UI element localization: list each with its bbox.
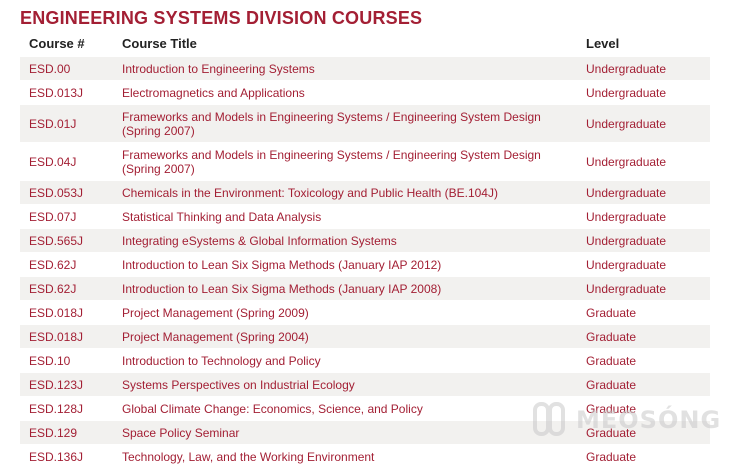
course-title-link[interactable]: Introduction to Lean Six Sigma Methods (… <box>122 277 572 300</box>
table-row: ESD.053J Chemicals in the Environment: To… <box>20 181 710 205</box>
course-level-link[interactable]: Undergraduate <box>586 277 706 300</box>
course-number-link[interactable]: ESD.62J <box>29 277 119 300</box>
course-level-link[interactable]: Undergraduate <box>586 81 706 104</box>
course-number-link[interactable]: ESD.053J <box>29 181 119 204</box>
table-row: ESD.136J Technology, Law, and the Working… <box>20 445 710 469</box>
table-row: ESD.018J Project Management (Spring 2009)… <box>20 301 710 325</box>
course-title-link[interactable]: Frameworks and Models in Engineering Sys… <box>122 105 572 142</box>
course-level-link[interactable]: Graduate <box>586 301 706 324</box>
course-title-link[interactable]: Project Management (Spring 2004) <box>122 325 572 348</box>
course-number-link[interactable]: ESD.04J <box>29 143 119 180</box>
course-title-link[interactable]: Technology, Law, and the Working Environ… <box>122 445 572 468</box>
course-level-link[interactable]: Undergraduate <box>586 253 706 276</box>
course-level-link[interactable]: Undergraduate <box>586 143 706 180</box>
table-row: ESD.565J Integrating eSystems & Global In… <box>20 229 710 253</box>
course-number-link[interactable]: ESD.136J <box>29 445 119 468</box>
table-header: Course # Course Title Level <box>20 33 710 55</box>
course-level-link[interactable]: Graduate <box>586 349 706 372</box>
course-title-link[interactable]: Electromagnetics and Applications <box>122 81 572 104</box>
course-level-link[interactable]: Undergraduate <box>586 181 706 204</box>
table-row: ESD.07J Statistical Thinking and Data Ana… <box>20 205 710 229</box>
course-number-link[interactable]: ESD.018J <box>29 301 119 324</box>
course-number-link[interactable]: ESD.00 <box>29 57 119 80</box>
page-title: ENGINEERING SYSTEMS DIVISION COURSES <box>20 8 423 28</box>
course-number-link[interactable]: ESD.62J <box>29 253 119 276</box>
table-row: ESD.01J Frameworks and Models in Engineer… <box>20 105 710 143</box>
course-title-link[interactable]: Introduction to Engineering Systems <box>122 57 572 80</box>
column-header-level: Level <box>586 36 620 51</box>
table-row: ESD.62J Introduction to Lean Six Sigma Me… <box>20 253 710 277</box>
watermark: MEOSÓNG <box>532 400 720 440</box>
course-level-link[interactable]: Graduate <box>586 325 706 348</box>
course-level-link[interactable]: Undergraduate <box>586 105 706 142</box>
course-title-link[interactable]: Introduction to Lean Six Sigma Methods (… <box>122 253 572 276</box>
table-row: ESD.04J Frameworks and Models in Engineer… <box>20 143 710 181</box>
course-title-link[interactable]: Statistical Thinking and Data Analysis <box>122 205 572 228</box>
watermark-logo-icon <box>533 402 565 436</box>
course-title-link[interactable]: Space Policy Seminar <box>122 421 572 444</box>
course-level-link[interactable]: Undergraduate <box>586 229 706 252</box>
course-number-link[interactable]: ESD.565J <box>29 229 119 252</box>
column-header-course-title: Course Title <box>122 36 197 51</box>
course-number-link[interactable]: ESD.129 <box>29 421 119 444</box>
course-number-link[interactable]: ESD.01J <box>29 105 119 142</box>
table-row: ESD.00 Introduction to Engineering System… <box>20 57 710 81</box>
course-number-link[interactable]: ESD.018J <box>29 325 119 348</box>
table-row: ESD.62J Introduction to Lean Six Sigma Me… <box>20 277 710 301</box>
course-title-link[interactable]: Project Management (Spring 2009) <box>122 301 572 324</box>
table-row: ESD.018J Project Management (Spring 2004)… <box>20 325 710 349</box>
watermark-text: MEOSÓNG <box>576 406 722 434</box>
course-title-link[interactable]: Systems Perspectives on Industrial Ecolo… <box>122 373 572 396</box>
course-title-link[interactable]: Frameworks and Models in Engineering Sys… <box>122 143 572 180</box>
table-row: ESD.10 Introduction to Technology and Pol… <box>20 349 710 373</box>
course-number-link[interactable]: ESD.128J <box>29 397 119 420</box>
course-level-link[interactable]: Undergraduate <box>586 205 706 228</box>
table-row: ESD.013J Electromagnetics and Application… <box>20 81 710 105</box>
table-row: ESD.123J Systems Perspectives on Industri… <box>20 373 710 397</box>
course-number-link[interactable]: ESD.10 <box>29 349 119 372</box>
column-header-course-number: Course # <box>29 36 85 51</box>
course-title-link[interactable]: Global Climate Change: Economics, Scienc… <box>122 397 572 420</box>
course-title-link[interactable]: Introduction to Technology and Policy <box>122 349 572 372</box>
course-title-link[interactable]: Chemicals in the Environment: Toxicology… <box>122 181 572 204</box>
course-number-link[interactable]: ESD.123J <box>29 373 119 396</box>
course-number-link[interactable]: ESD.07J <box>29 205 119 228</box>
course-level-link[interactable]: Graduate <box>586 445 706 468</box>
course-level-link[interactable]: Undergraduate <box>586 57 706 80</box>
course-listing-page: ENGINEERING SYSTEMS DIVISION COURSES Cou… <box>0 0 738 471</box>
course-title-link[interactable]: Integrating eSystems & Global Informatio… <box>122 229 572 252</box>
course-number-link[interactable]: ESD.013J <box>29 81 119 104</box>
course-level-link[interactable]: Graduate <box>586 373 706 396</box>
